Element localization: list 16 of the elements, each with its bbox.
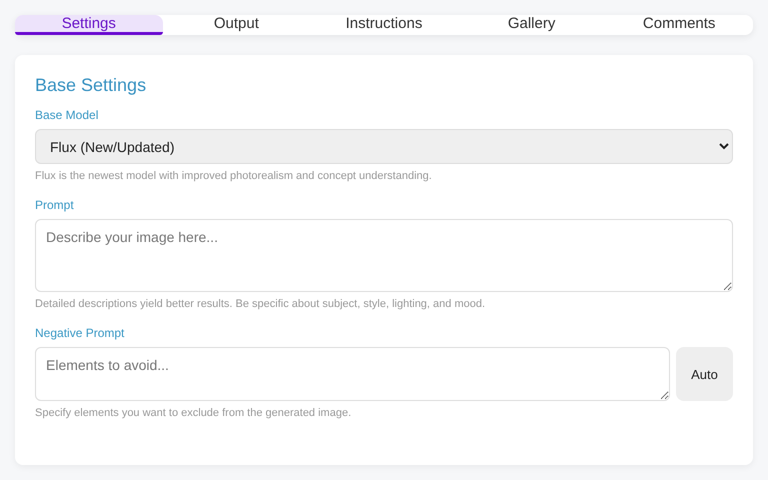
model-select[interactable]: Flux (New/Updated) [35,129,733,164]
tab[interactable]: Output [162,15,310,35]
negative-prompt-field[interactable]: Elements to avoid... [35,347,670,401]
tab[interactable]: Gallery [458,15,606,35]
tab[interactable]: Instructions [310,15,458,35]
field-label: Negative Prompt [35,326,126,340]
section-title: Base Settings [35,75,148,96]
field-label: Base Model [35,108,100,122]
prompt-field[interactable]: Describe your image here... [35,219,733,292]
help-text: Specify elements you want to exclude from the generated image. [35,407,352,419]
help-text: Flux is the newest model with improved photorealism and concept understanding. [35,170,433,182]
field-label: Prompt [35,198,75,212]
help-text: Detailed descriptions yield better results. Be specific about subject, style, lighting, and mood. [35,298,486,310]
tab[interactable]: Settings [15,15,163,35]
tab[interactable]: Comments [605,15,753,35]
auto-button[interactable]: Auto [676,347,733,401]
